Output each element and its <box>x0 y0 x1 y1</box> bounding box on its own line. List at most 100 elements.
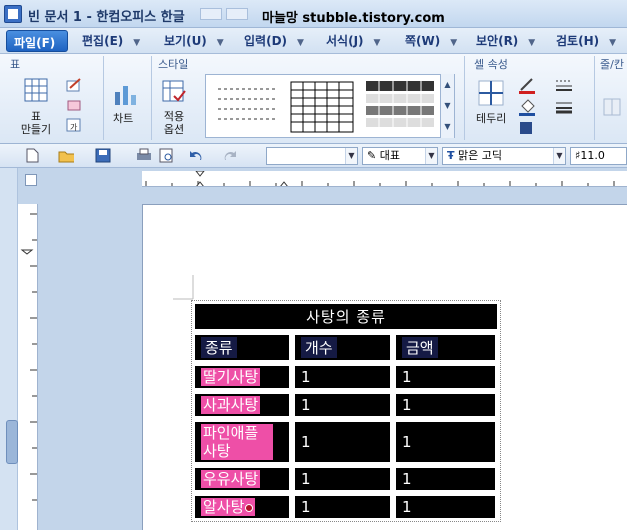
header-cell-type[interactable]: 종류 <box>193 333 291 362</box>
hwp-app-icon[interactable] <box>4 5 22 23</box>
price-cell[interactable]: 1 <box>394 364 497 390</box>
make-table-label[interactable]: 표 만들기 <box>16 110 56 136</box>
apply-style-icon[interactable] <box>162 80 186 104</box>
cell-shade-icon[interactable] <box>518 120 536 136</box>
table-style-grid-thumb[interactable] <box>290 81 354 133</box>
save-icon[interactable] <box>95 148 111 163</box>
name-cell[interactable]: 우유사탕 <box>193 466 291 492</box>
name-cell[interactable]: 파인애플사탕 <box>193 420 291 464</box>
ribbon-separator <box>464 56 465 140</box>
svg-text:가: 가 <box>70 123 78 132</box>
menu-label: 쪽(W) <box>405 34 441 48</box>
quick-access-slot[interactable] <box>226 8 248 20</box>
ruler-tab-selector[interactable] <box>25 174 37 186</box>
font-size-combo[interactable]: ♯11.0 <box>570 147 627 165</box>
pencil-table-icon[interactable] <box>66 78 82 92</box>
font-type-icon: Ŧ <box>447 149 455 162</box>
gallery-expand-icon[interactable]: ▼ <box>441 116 454 137</box>
table-style-dashed-thumb[interactable] <box>218 83 278 129</box>
count-cell[interactable]: 1 <box>293 420 392 464</box>
font-combo-value: 맑은 고딕 <box>458 149 502 162</box>
menu-edit[interactable]: 편집(E) ▼ <box>82 32 140 49</box>
border-icon[interactable] <box>478 80 504 106</box>
count-cell[interactable]: 1 <box>293 364 392 390</box>
language-icon: ✎ <box>367 149 377 162</box>
name-cell[interactable]: 알사탕 <box>193 494 291 520</box>
price-cell[interactable]: 1 <box>394 466 497 492</box>
menu-file[interactable]: 파일(F) <box>6 30 68 52</box>
table-cell-icon[interactable]: 가 <box>66 118 82 132</box>
horizontal-ruler[interactable] <box>142 171 627 187</box>
chevron-down-icon[interactable]: ▼ <box>553 148 565 164</box>
candy-name: 알사탕 <box>203 498 245 516</box>
table-title-cell[interactable]: 사탕의 종류 <box>193 302 499 331</box>
candy-name: 사과사탕 <box>201 396 261 414</box>
chevron-up-icon[interactable]: ▲ <box>441 74 454 95</box>
insert-column-icon[interactable] <box>603 98 621 116</box>
eraser-icon[interactable] <box>66 98 82 112</box>
table-style-gallery[interactable] <box>205 74 455 138</box>
title-bar: 빈 문서 1 - 한컴오피스 한글 마늘망 stubble.tistory.co… <box>0 0 627 28</box>
name-cell[interactable]: 딸기사탕 <box>193 364 291 390</box>
table-row: 우유사탕 1 1 <box>192 465 500 493</box>
formatting-toolbar: ▼ ✎ 대표 ▼ Ŧ 맑은 고딕 ▼ ♯11.0 <box>0 144 627 168</box>
vertical-ruler[interactable] <box>18 204 38 530</box>
line-width-icon[interactable] <box>555 100 573 114</box>
chevron-down-icon[interactable]: ▼ <box>425 148 437 164</box>
line-style-icon[interactable] <box>555 78 573 92</box>
undo-icon[interactable] <box>186 148 202 163</box>
chevron-down-icon: ▼ <box>297 38 304 48</box>
candy-name: 우유사탕 <box>201 470 261 488</box>
header-text: 금액 <box>402 337 438 358</box>
chevron-down-icon[interactable]: ▼ <box>345 148 357 164</box>
print-preview-icon[interactable] <box>158 148 174 163</box>
menu-label: 서식(J) <box>326 34 364 48</box>
header-cell-count[interactable]: 개수 <box>293 333 392 362</box>
apply-options-label[interactable]: 적용 옵션 <box>156 110 192 136</box>
bar-chart-icon[interactable] <box>113 82 139 106</box>
count-cell[interactable]: 1 <box>293 466 392 492</box>
table-row: 딸기사탕 1 1 <box>192 363 500 391</box>
menu-bar: 파일(F) 편집(E) ▼ 보기(U) ▼ 입력(D) ▼ 서식(J) ▼ 쪽(W) ▼ … <box>0 28 627 54</box>
count-cell[interactable]: 1 <box>293 392 392 418</box>
menu-security[interactable]: 보안(R) ▼ <box>476 32 535 49</box>
table-row: 파인애플사탕 1 1 <box>192 419 500 465</box>
menu-label: 보기(U) <box>164 34 207 48</box>
language-combo[interactable]: ✎ 대표 ▼ <box>362 147 438 165</box>
menu-view[interactable]: 보기(U) ▼ <box>164 32 224 49</box>
font-combo[interactable]: Ŧ 맑은 고딕 ▼ <box>442 147 566 165</box>
candy-table[interactable]: 사탕의 종류 종류 개수 금액 딸기사탕 1 1 사과사탕 1 1 파인애플사탕… <box>191 300 501 522</box>
menu-label: 검토(H) <box>556 34 600 48</box>
print-icon[interactable] <box>136 148 152 163</box>
fill-bucket-icon[interactable] <box>518 98 536 116</box>
price-cell[interactable]: 1 <box>394 494 497 520</box>
table-grid-icon[interactable] <box>24 78 48 102</box>
side-panel-toggle[interactable] <box>6 420 18 464</box>
chevron-down-icon: ▼ <box>609 38 617 48</box>
table-style-shaded-thumb[interactable] <box>366 81 434 133</box>
gallery-scroll[interactable]: ▲ ▼ ▼ <box>440 74 454 138</box>
style-combo[interactable]: ▼ <box>266 147 358 165</box>
chevron-down-icon: ▼ <box>133 38 141 48</box>
menu-review[interactable]: 검토(H) ▼ <box>556 32 616 49</box>
quick-access-slot[interactable] <box>200 8 222 20</box>
ribbon-separator <box>151 56 152 140</box>
new-document-icon[interactable] <box>24 148 40 163</box>
border-label[interactable]: 테두리 <box>476 110 506 126</box>
open-folder-icon[interactable] <box>58 148 74 163</box>
name-cell[interactable]: 사과사탕 <box>193 392 291 418</box>
redo-icon[interactable] <box>222 148 238 163</box>
menu-insert[interactable]: 입력(D) ▼ <box>244 32 304 49</box>
header-cell-price[interactable]: 금액 <box>394 333 497 362</box>
menu-page[interactable]: 쪽(W) ▼ <box>405 32 457 49</box>
price-cell[interactable]: 1 <box>394 392 497 418</box>
menu-format[interactable]: 서식(J) ▼ <box>326 32 380 49</box>
chevron-down-icon: ▼ <box>528 38 536 48</box>
count-cell[interactable]: 1 <box>293 494 392 520</box>
candy-name: 딸기사탕 <box>201 368 261 386</box>
price-cell[interactable]: 1 <box>394 420 497 464</box>
chart-label[interactable]: 차트 <box>113 110 133 126</box>
group-title-cell-props: 셀 속성 <box>474 58 508 71</box>
line-color-pen-icon[interactable] <box>518 76 536 94</box>
chevron-down-icon[interactable]: ▼ <box>441 95 454 116</box>
